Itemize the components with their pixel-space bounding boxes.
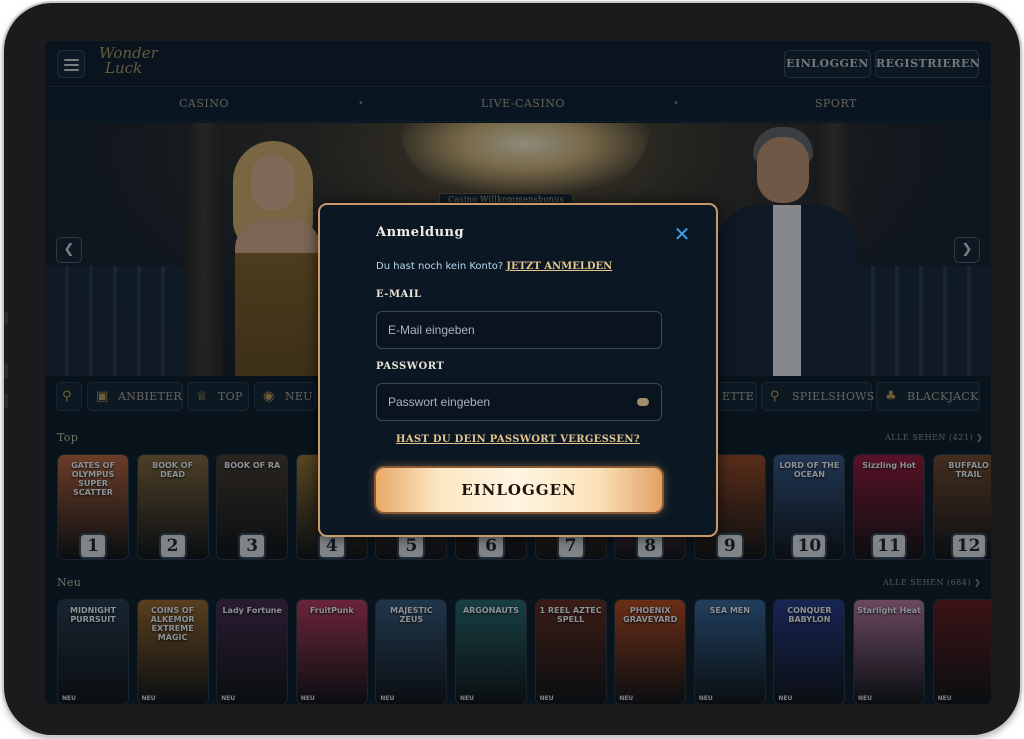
side-button: [4, 393, 8, 409]
eye-icon[interactable]: [637, 398, 649, 406]
password-label: PASSWORT: [376, 361, 445, 372]
signup-prompt: Du hast noch kein Konto? JETZT ANMELDEN: [376, 261, 612, 272]
email-field[interactable]: E-Mail eingeben: [376, 311, 662, 349]
tablet-frame: Wonder Luck EINLOGGEN REGISTRIEREN CASIN…: [4, 3, 1020, 735]
screen: Wonder Luck EINLOGGEN REGISTRIEREN CASIN…: [45, 41, 991, 704]
login-button[interactable]: EINLOGGEN: [376, 468, 662, 512]
side-button: [4, 311, 8, 325]
close-icon: ✕: [673, 222, 691, 246]
signup-link[interactable]: JETZT ANMELDEN: [506, 261, 612, 272]
forgot-password-link[interactable]: HAST DU DEIN PASSWORT VERGESSEN?: [320, 434, 716, 445]
modal-title: Anmeldung: [376, 225, 465, 240]
no-account-text: Du hast noch kein Konto?: [376, 261, 504, 272]
side-button: [4, 363, 8, 379]
email-label: E-MAIL: [376, 289, 422, 300]
close-button[interactable]: ✕: [672, 224, 692, 244]
password-placeholder: Passwort eingeben: [388, 395, 491, 409]
login-modal: Anmeldung ✕ Du hast noch kein Konto? JETZ…: [318, 203, 718, 537]
password-field[interactable]: Passwort eingeben: [376, 383, 662, 421]
